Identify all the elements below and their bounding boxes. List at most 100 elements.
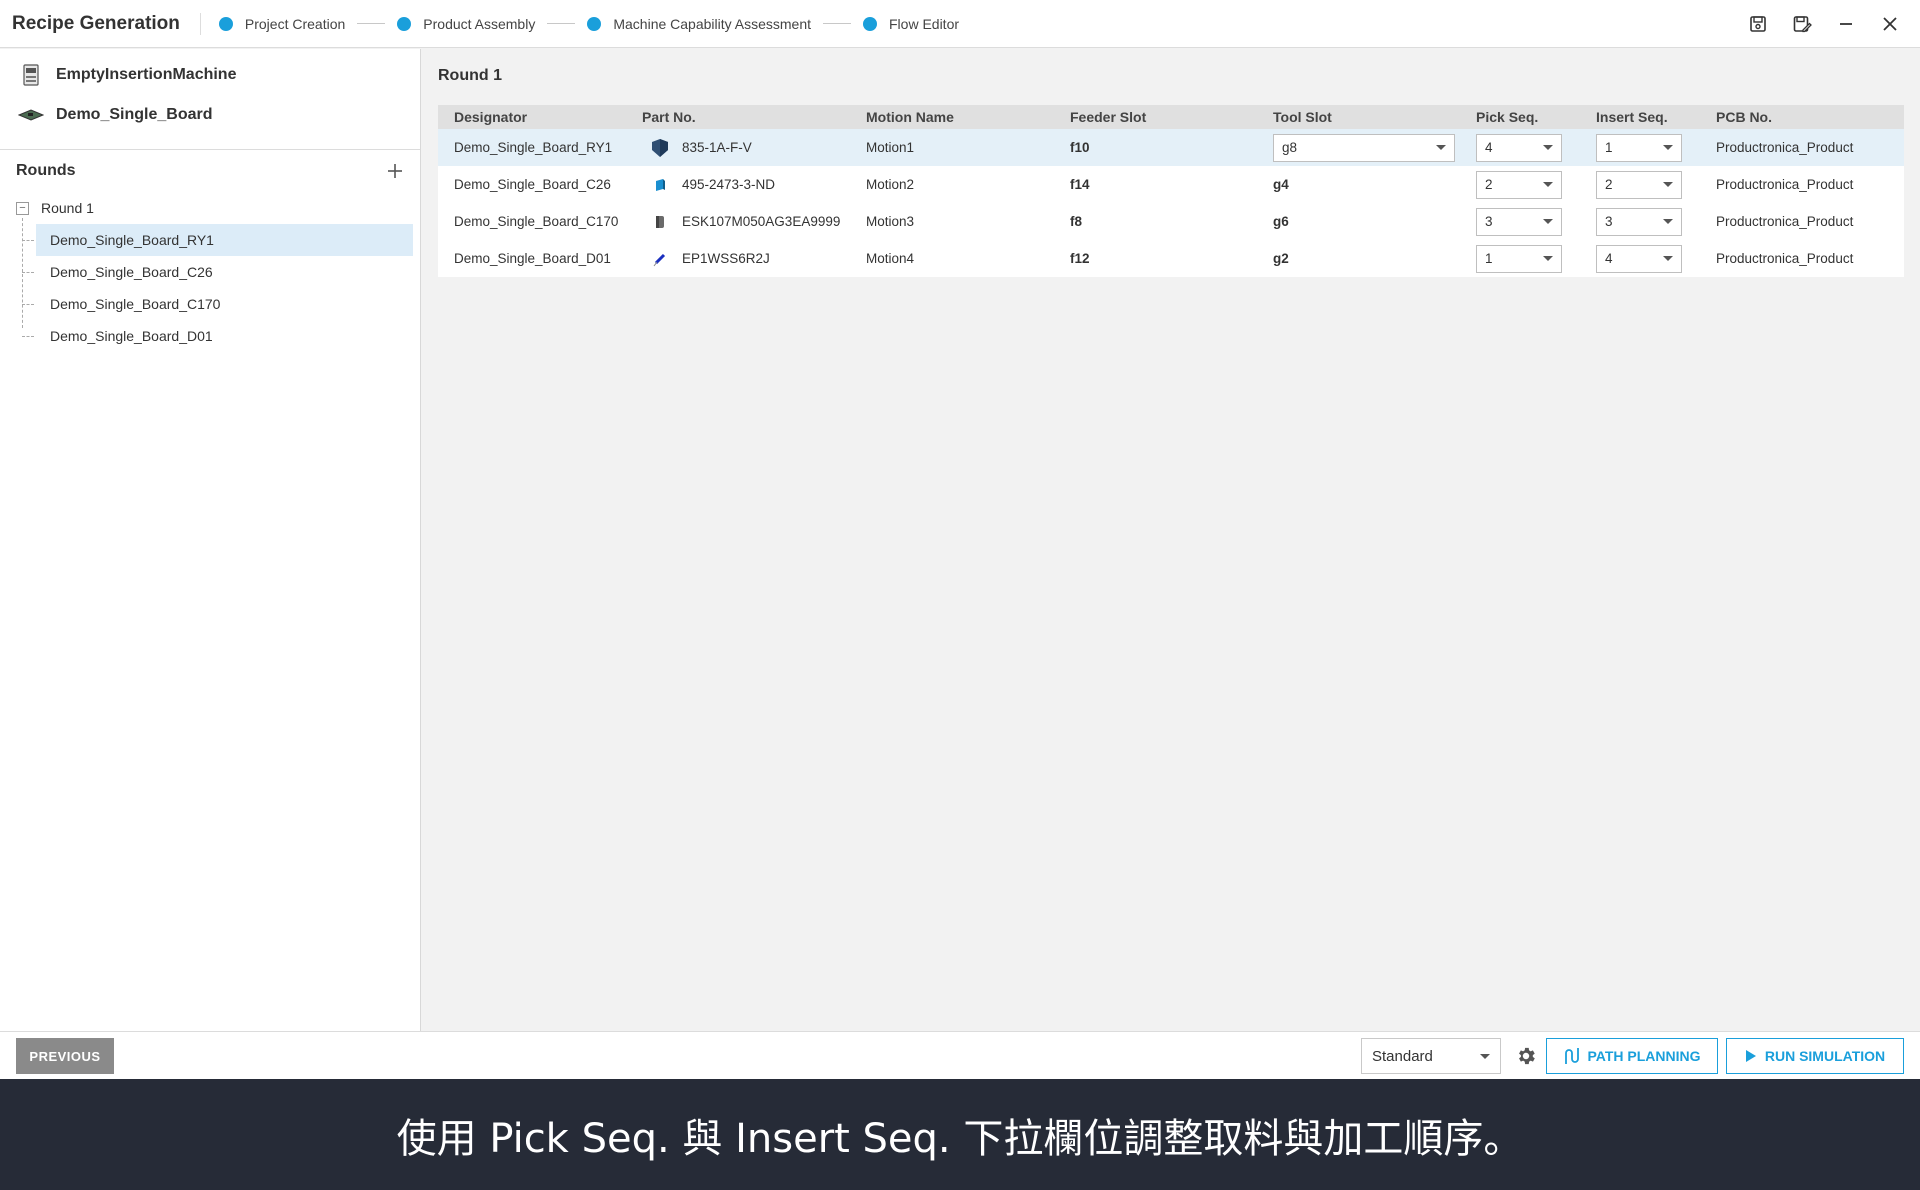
part-number: 495-2473-3-ND	[682, 177, 776, 192]
tool-slot-dropdown[interactable]: g8	[1273, 133, 1455, 162]
pick-seq-value: 2	[1485, 177, 1493, 192]
column-header[interactable]: Designator	[438, 109, 626, 125]
save-button[interactable]	[1736, 2, 1780, 46]
relay-part-icon	[650, 138, 670, 158]
tool-cell[interactable]: g2	[1257, 251, 1460, 266]
tool-cell[interactable]: g6	[1257, 214, 1460, 229]
step-machine-capability[interactable]: Machine Capability Assessment	[587, 16, 811, 32]
pick-seq-dropdown[interactable]: 4	[1476, 133, 1562, 162]
part-cell: ESK107M050AG3EA9999	[626, 212, 850, 232]
designator-cell: Demo_Single_Board_C170	[454, 214, 619, 229]
table-row[interactable]: Demo_Single_Board_C26 495-2473-3-ND Moti…	[438, 166, 1904, 203]
step-flow-editor[interactable]: Flow Editor	[863, 16, 959, 32]
insert-seq-dropdown[interactable]: 4	[1596, 244, 1682, 273]
part-number: ESK107M050AG3EA9999	[682, 214, 841, 229]
pcb-cell: Productronica_Product	[1716, 140, 1854, 155]
step-product-assembly[interactable]: Product Assembly	[397, 16, 535, 32]
insert-seq-dropdown[interactable]: 1	[1596, 133, 1682, 162]
part-number: EP1WSS6R2J	[682, 251, 770, 266]
round-title: Round 1	[438, 67, 502, 84]
pick-seq-value: 1	[1485, 251, 1493, 266]
table-row[interactable]: Demo_Single_Board_RY1 835-1A-F-V Motion1…	[438, 129, 1904, 166]
plus-icon	[388, 164, 402, 178]
insert-cell: 4	[1580, 244, 1700, 273]
column-header[interactable]: Tool Slot	[1257, 109, 1460, 125]
top-bar: Recipe Generation Project Creation Produ…	[0, 0, 1920, 48]
pick-seq-dropdown[interactable]: 2	[1476, 170, 1562, 199]
collapse-icon[interactable]: −	[16, 201, 29, 215]
insert-seq-dropdown[interactable]: 2	[1596, 170, 1682, 199]
mode-dropdown[interactable]: Standard	[1361, 1038, 1501, 1074]
board-item[interactable]: Demo_Single_Board	[0, 95, 420, 135]
rounds-header: Rounds	[0, 150, 420, 192]
caption-subtitle: 使用 Pick Seq. 與 Insert Seq. 下拉欄位調整取料與加工順序…	[0, 1079, 1920, 1190]
minimize-button[interactable]	[1824, 2, 1868, 46]
feeder-cell: f10	[1070, 140, 1090, 155]
table-row[interactable]: Demo_Single_Board_D01 EP1WSS6R2J Motion4…	[438, 240, 1904, 277]
step-project-creation[interactable]: Project Creation	[218, 15, 346, 32]
step-label: Project Creation	[244, 15, 346, 32]
chevron-down-icon	[1663, 145, 1673, 150]
rounds-tree: − Round 1 Demo_Single_Board_RY1 Demo_Sin…	[0, 192, 420, 352]
column-header[interactable]: Part No.	[626, 109, 850, 125]
tree-item-c170[interactable]: Demo_Single_Board_C170	[22, 288, 413, 320]
step-dot-icon	[218, 16, 233, 31]
tree-item-label: Demo_Single_Board_D01	[50, 328, 213, 344]
tree-round-1[interactable]: − Round 1	[16, 192, 420, 224]
insert-seq-dropdown[interactable]: 3	[1596, 207, 1682, 236]
round-label: Round 1	[41, 200, 94, 216]
previous-button[interactable]: PREVIOUS	[16, 1038, 114, 1074]
feeder-cell: f8	[1070, 214, 1083, 229]
column-header[interactable]: Motion Name	[850, 109, 1054, 125]
motion-cell: Motion4	[866, 251, 915, 266]
tree-item-d01[interactable]: Demo_Single_Board_D01	[22, 320, 413, 352]
close-button[interactable]	[1868, 2, 1912, 46]
tool-cell: g8	[1257, 133, 1460, 162]
minimize-icon	[1840, 23, 1852, 25]
table-row[interactable]: Demo_Single_Board_C170 ESK107M050AG3EA99…	[438, 203, 1904, 240]
sequence-table: Designator Part No. Motion Name Feeder S…	[438, 105, 1904, 277]
machine-item[interactable]: EmptyInsertionMachine	[0, 55, 420, 95]
step-dot-icon	[587, 16, 602, 31]
column-header[interactable]: Insert Seq.	[1580, 109, 1700, 125]
rounds-title: Rounds	[16, 162, 76, 179]
run-simulation-button[interactable]: RUN SIMULATION	[1726, 1038, 1904, 1074]
add-round-button[interactable]	[384, 160, 406, 182]
column-header[interactable]: Pick Seq.	[1460, 109, 1580, 125]
tree-item-c26[interactable]: Demo_Single_Board_C26	[22, 256, 413, 288]
pick-cell: 3	[1460, 207, 1580, 236]
column-header[interactable]: Feeder Slot	[1054, 109, 1257, 125]
step-separator	[823, 23, 851, 24]
settings-button[interactable]	[1512, 1042, 1540, 1070]
tree-item-ry1[interactable]: Demo_Single_Board_RY1	[22, 224, 413, 256]
save-as-icon	[1793, 16, 1812, 33]
play-icon	[1745, 1050, 1756, 1062]
insert-seq-value: 4	[1605, 251, 1613, 266]
pick-cell: 1	[1460, 244, 1580, 273]
step-separator	[357, 23, 386, 24]
chevron-down-icon	[1543, 219, 1553, 224]
board-name: Demo_Single_Board	[56, 106, 213, 123]
designator-cell: Demo_Single_Board_RY1	[454, 140, 613, 155]
step-dot-icon	[397, 16, 412, 31]
tree-item-label: Demo_Single_Board_C26	[50, 264, 213, 280]
tool-cell[interactable]: g4	[1257, 177, 1460, 192]
pick-seq-dropdown[interactable]: 3	[1476, 207, 1562, 236]
path-planning-button[interactable]: PATH PLANNING	[1546, 1038, 1718, 1074]
pick-seq-dropdown[interactable]: 1	[1476, 244, 1562, 273]
left-panel: EmptyInsertionMachine Demo_Single_Board …	[0, 49, 421, 1031]
chevron-down-icon	[1663, 182, 1673, 187]
step-separator	[547, 23, 576, 24]
save-as-button[interactable]	[1780, 2, 1824, 46]
chevron-down-icon	[1436, 145, 1446, 150]
path-planning-label: PATH PLANNING	[1587, 1048, 1701, 1064]
column-header[interactable]: PCB No.	[1700, 109, 1904, 125]
table-header: Designator Part No. Motion Name Feeder S…	[438, 105, 1904, 129]
machine-icon	[18, 62, 44, 88]
tree-item-label: Demo_Single_Board_RY1	[50, 232, 214, 248]
insert-seq-value: 3	[1605, 214, 1613, 229]
chevron-down-icon	[1543, 182, 1553, 187]
part-cell: 835-1A-F-V	[626, 138, 850, 158]
step-dot-icon	[863, 16, 877, 31]
bottom-bar: PREVIOUS Standard PATH PLANNING RUN SIMU…	[0, 1031, 1920, 1079]
